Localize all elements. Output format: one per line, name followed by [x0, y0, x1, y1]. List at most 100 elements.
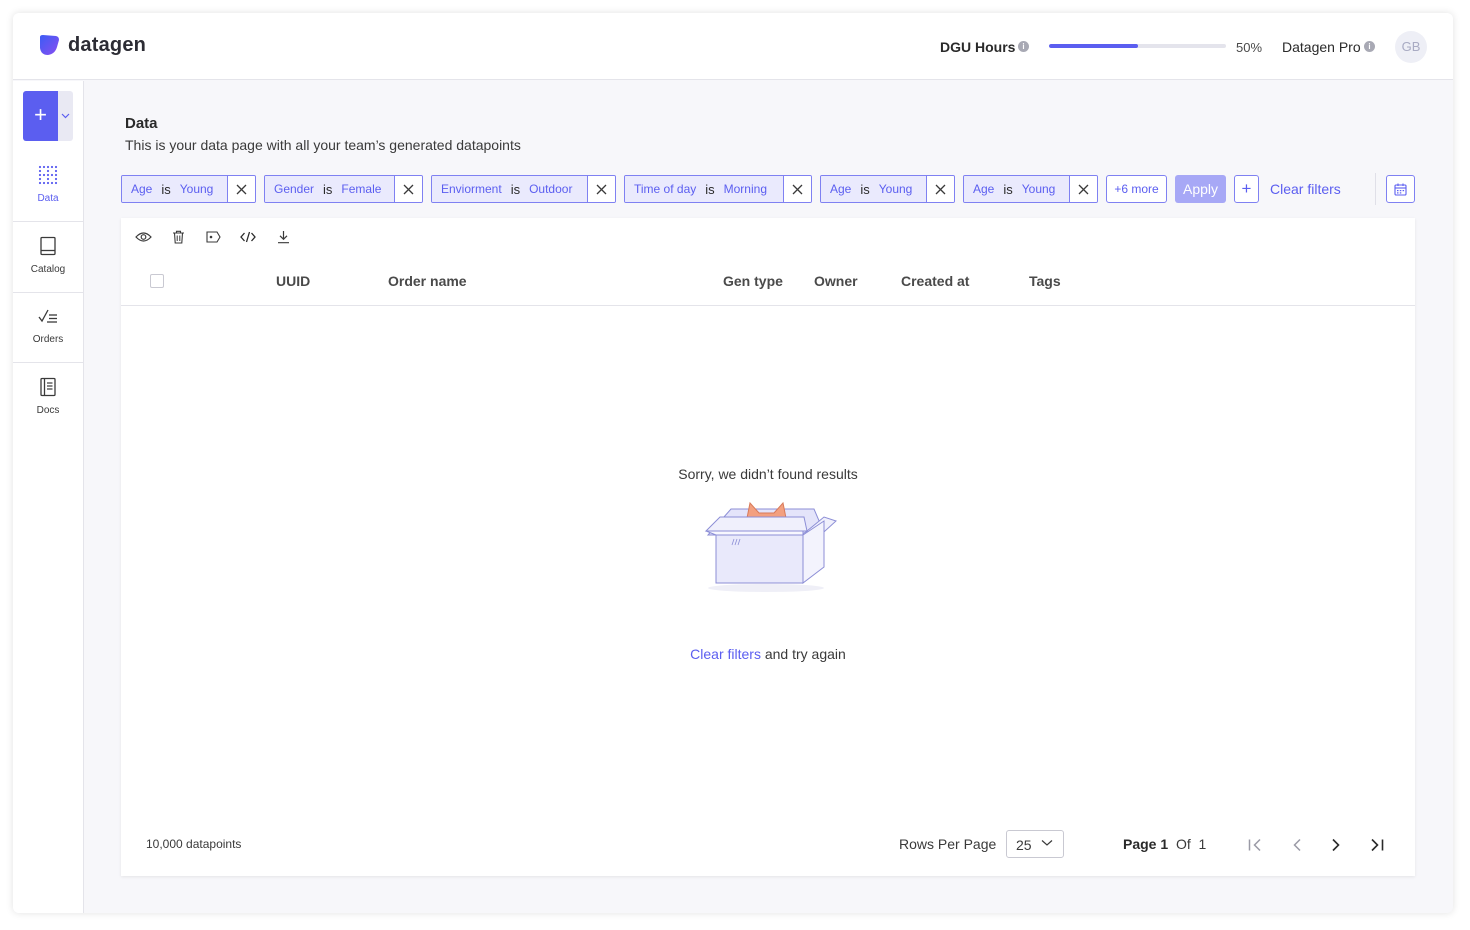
column-header-created-at[interactable]: Created at: [901, 273, 969, 289]
previous-page-button[interactable]: [1287, 835, 1307, 855]
filter-chip-body[interactable]: Enviorment is Outdoor: [432, 176, 588, 202]
grid-dots-icon: [38, 165, 58, 185]
date-filter-button[interactable]: [1386, 175, 1415, 203]
sidebar-item-label: Orders: [32, 334, 64, 345]
filter-field: Enviorment: [441, 182, 502, 196]
filter-remove-button[interactable]: [587, 176, 615, 202]
filter-operator: is: [323, 181, 333, 197]
clear-filters-link[interactable]: Clear filters: [1270, 181, 1341, 197]
filter-chip-body[interactable]: Gender is Female: [265, 176, 395, 202]
filter-field: Gender: [274, 182, 315, 196]
add-filter-button[interactable]: +: [1234, 175, 1259, 203]
download-icon: [277, 231, 289, 244]
close-icon: [935, 184, 946, 194]
apply-button[interactable]: Apply: [1175, 175, 1226, 203]
trash-icon: [172, 230, 184, 244]
of-word: Of: [1175, 836, 1191, 852]
data-table-card: UUID Order name Gen type Owner Created a…: [121, 218, 1415, 876]
filter-remove-button[interactable]: [227, 176, 255, 202]
column-header-owner[interactable]: Owner: [814, 273, 858, 289]
filter-value: Outdoor: [529, 182, 573, 196]
filter-value: Young: [878, 182, 913, 196]
checklist-icon: [38, 309, 57, 323]
page-subtitle: This is your data page with all your tea…: [125, 137, 521, 153]
filter-chip[interactable]: Age is Young: [121, 175, 256, 203]
filter-chip[interactable]: Gender is Female: [264, 175, 423, 203]
filter-field: Age: [830, 182, 852, 196]
column-header-uuid[interactable]: UUID: [276, 273, 310, 289]
rows-per-page-value: 25: [1016, 837, 1032, 853]
close-icon: [236, 184, 247, 194]
close-icon: [792, 184, 803, 194]
tag-button[interactable]: [204, 229, 222, 245]
filter-remove-button[interactable]: [783, 176, 811, 202]
filter-value: Female: [341, 182, 382, 196]
create-button[interactable]: +: [23, 91, 73, 141]
page-total: 1: [1198, 836, 1207, 852]
sidebar-item-orders[interactable]: Orders: [13, 292, 83, 362]
plan-info-icon[interactable]: i: [1364, 41, 1375, 52]
column-header-gen-type[interactable]: Gen type: [723, 273, 783, 289]
app-window: datagen DGU Hours i 50% Datagen Pro i GB…: [13, 13, 1453, 913]
book-icon: [40, 236, 56, 256]
next-page-button[interactable]: [1326, 835, 1346, 855]
filter-remove-button[interactable]: [1069, 176, 1097, 202]
clear-filters-retry-link[interactable]: Clear filters: [690, 646, 761, 662]
filter-field: Time of day: [634, 182, 697, 196]
filter-chip-body[interactable]: Age is Young: [821, 176, 927, 202]
page-word: Page: [1123, 836, 1157, 852]
last-page-button[interactable]: [1367, 835, 1387, 855]
filter-chip[interactable]: Age is Young: [820, 175, 955, 203]
sidebar-item-label: Docs: [36, 405, 60, 416]
avatar[interactable]: GB: [1395, 31, 1427, 63]
rows-per-page-label: Rows Per Page: [899, 836, 997, 852]
page-indicator: Page 1 Of 1: [1123, 836, 1206, 852]
column-header-tags[interactable]: Tags: [1029, 273, 1061, 289]
delete-button[interactable]: [169, 229, 187, 245]
datapoint-count: 10,000 datapoints: [146, 837, 242, 851]
filter-chip[interactable]: Enviorment is Outdoor: [431, 175, 616, 203]
filter-chip[interactable]: Time of day is Morning: [624, 175, 812, 203]
more-filters-button[interactable]: +6 more: [1106, 175, 1167, 203]
datagen-logo-icon: [40, 35, 59, 55]
usage-progress-bar: [1049, 44, 1226, 48]
filter-value: Morning: [723, 182, 767, 196]
sidebar-item-data[interactable]: Data: [13, 151, 83, 221]
create-plus-button[interactable]: +: [23, 91, 58, 141]
first-page-button[interactable]: [1245, 835, 1265, 855]
filter-chip-body[interactable]: Time of day is Morning: [625, 176, 784, 202]
chevron-right-icon: [1332, 838, 1340, 852]
select-all-checkbox[interactable]: [150, 274, 164, 288]
close-icon: [596, 184, 607, 194]
chevron-down-icon: [1041, 840, 1053, 846]
sidebar: + Data Catalog Orders Docs: [13, 81, 84, 913]
empty-state-retry: Clear filters and try again: [121, 646, 1415, 662]
filter-chip-body[interactable]: Age is Young: [964, 176, 1070, 202]
code-button[interactable]: [239, 229, 257, 245]
logo-text: datagen: [68, 33, 147, 56]
filter-remove-button[interactable]: [394, 176, 422, 202]
logo[interactable]: datagen: [37, 33, 146, 57]
code-icon: [240, 231, 256, 243]
download-button[interactable]: [274, 229, 292, 245]
calendar-icon: [1394, 183, 1407, 196]
column-header-order-name[interactable]: Order name: [388, 273, 467, 289]
filter-operator: is: [860, 181, 870, 197]
filter-field: Age: [131, 182, 153, 196]
sidebar-item-catalog[interactable]: Catalog: [13, 222, 83, 292]
chevron-down-icon: [61, 113, 70, 119]
info-icon[interactable]: i: [1018, 41, 1029, 52]
view-button[interactable]: [134, 229, 152, 245]
usage-label: DGU Hours: [940, 39, 1016, 55]
sidebar-item-docs[interactable]: Docs: [13, 363, 83, 433]
filter-remove-button[interactable]: [926, 176, 954, 202]
chevron-left-icon: [1293, 838, 1301, 852]
create-dropdown-button[interactable]: [58, 91, 73, 141]
filter-chip[interactable]: Age is Young: [963, 175, 1098, 203]
tag-icon: [205, 231, 221, 243]
close-icon: [403, 184, 414, 194]
sidebar-item-label: Catalog: [30, 264, 66, 275]
rows-per-page-select[interactable]: 25: [1006, 830, 1064, 858]
filter-chip-body[interactable]: Age is Young: [122, 176, 228, 202]
first-page-icon: [1248, 838, 1261, 852]
